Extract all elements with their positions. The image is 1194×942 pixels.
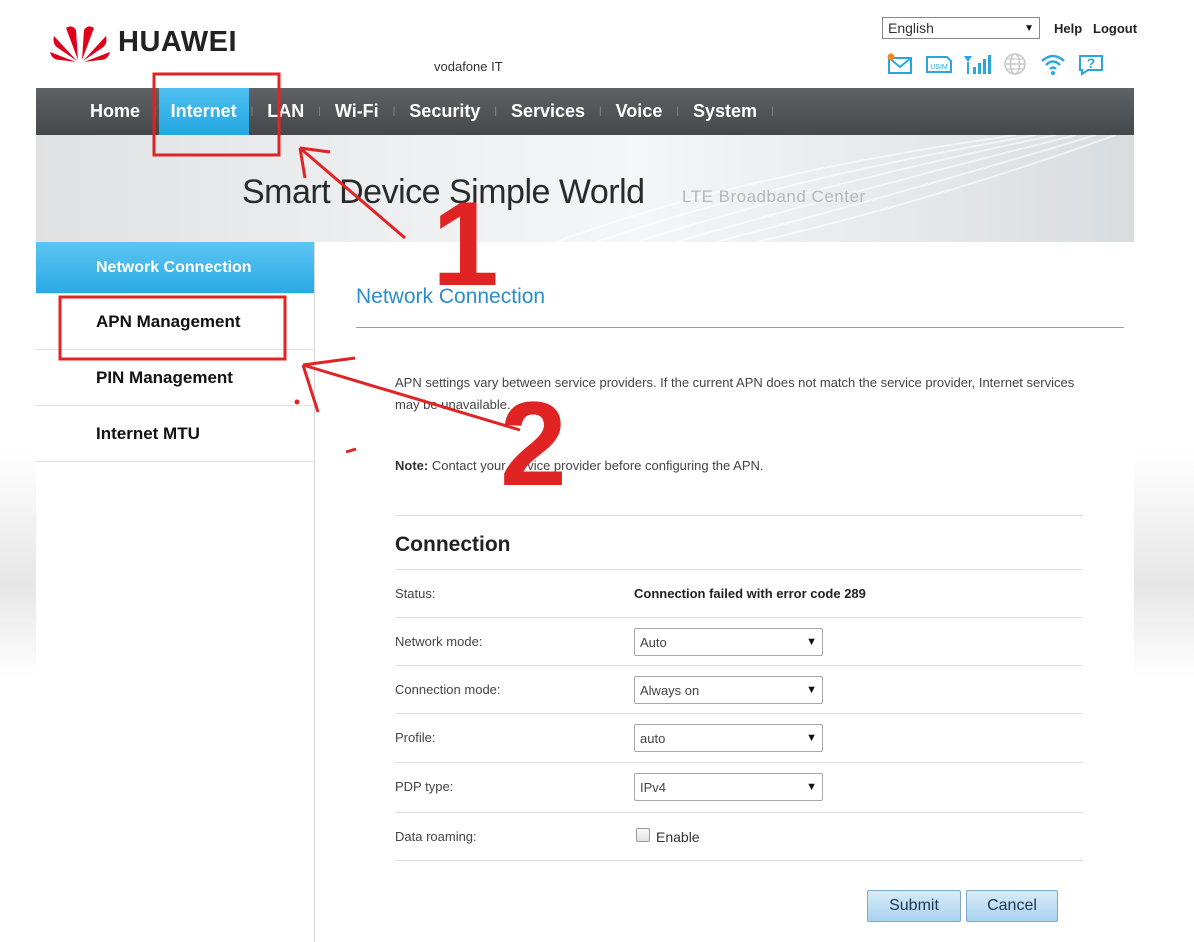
nav-system[interactable]: System xyxy=(681,88,769,135)
apn-description: APN settings vary between service provid… xyxy=(395,375,1075,412)
chevron-down-icon: ▼ xyxy=(806,684,817,696)
pdp-type-row: PDP type: IPv4 ▼ xyxy=(395,762,1083,810)
chevron-down-icon: ▼ xyxy=(1024,22,1034,34)
connection-mode-select[interactable]: Always on ▼ xyxy=(634,676,823,704)
status-label: Status: xyxy=(395,586,436,601)
submit-button[interactable]: Submit xyxy=(867,890,961,922)
pdp-type-value: IPv4 xyxy=(640,779,667,795)
network-mode-select[interactable]: Auto ▼ xyxy=(634,628,823,656)
nav-wifi[interactable]: Wi-Fi xyxy=(323,88,391,135)
svg-text:USIM: USIM xyxy=(930,64,948,71)
connection-mode-row: Connection mode: Always on ▼ xyxy=(395,665,1083,713)
section-divider xyxy=(395,515,1083,516)
status-value: Connection failed with error code 289 xyxy=(634,586,866,601)
signal-icon xyxy=(958,50,996,78)
title-divider xyxy=(356,327,1124,328)
help-link[interactable]: Help xyxy=(1054,21,1082,36)
profile-label: Profile: xyxy=(395,730,436,745)
profile-value: auto xyxy=(640,730,666,746)
envelope-icon[interactable] xyxy=(882,50,920,78)
note-text: Contact your service provider before con… xyxy=(428,458,764,473)
page-side-background-right xyxy=(1134,0,1194,942)
network-mode-label: Network mode: xyxy=(395,634,483,649)
note-label: Note: xyxy=(395,458,429,473)
svg-text:?: ? xyxy=(1087,55,1096,71)
banner: Smart Device Simple World LTE Broadband … xyxy=(36,135,1134,242)
language-select[interactable]: English ▼ xyxy=(882,17,1040,39)
page-side-background-left xyxy=(0,0,36,942)
profile-row: Profile: auto ▼ xyxy=(395,713,1083,761)
chevron-down-icon: ▼ xyxy=(806,781,817,793)
banner-subtitle: LTE Broadband Center xyxy=(682,187,866,206)
sidebar-item-pin-management[interactable]: PIN Management xyxy=(36,350,314,406)
operator-name: vodafone IT xyxy=(434,59,503,74)
nav-home[interactable]: Home xyxy=(78,88,152,135)
main-nav: Home | Internet | LAN | Wi-Fi | Security… xyxy=(36,88,1134,135)
chevron-down-icon: ▼ xyxy=(806,732,817,744)
huawei-logo: HUAWEI xyxy=(48,22,237,62)
router-admin-page: HUAWEI vodafone IT English ▼ Help Logout… xyxy=(36,0,1137,942)
pdp-type-label: PDP type: xyxy=(395,779,454,794)
pdp-type-select[interactable]: IPv4 ▼ xyxy=(634,773,823,801)
help-icon[interactable]: ? xyxy=(1072,50,1110,78)
banner-slogan: Smart Device Simple World xyxy=(242,173,645,211)
status-row: Status: Connection failed with error cod… xyxy=(395,569,1083,617)
sidebar-item-internet-mtu[interactable]: Internet MTU xyxy=(36,406,314,462)
data-roaming-checkbox-label[interactable]: Enable xyxy=(656,829,700,845)
apn-note: Note: Contact your service provider befo… xyxy=(395,458,764,473)
brand-name: HUAWEI xyxy=(118,25,237,58)
sidebar-item-apn-management[interactable]: APN Management xyxy=(36,294,314,350)
network-mode-value: Auto xyxy=(640,634,667,650)
profile-select[interactable]: auto ▼ xyxy=(634,724,823,752)
cancel-button[interactable]: Cancel xyxy=(966,890,1058,922)
connection-mode-label: Connection mode: xyxy=(395,682,501,697)
sidebar: Network Connection APN Management PIN Ma… xyxy=(36,242,314,462)
network-mode-row: Network mode: Auto ▼ xyxy=(395,617,1083,665)
data-roaming-label: Data roaming: xyxy=(395,829,477,844)
nav-voice[interactable]: Voice xyxy=(604,88,675,135)
sidebar-item-network-connection[interactable]: Network Connection xyxy=(36,242,314,294)
huawei-flower-icon xyxy=(50,26,110,62)
usim-icon: USIM xyxy=(920,50,958,78)
nav-lan[interactable]: LAN xyxy=(255,88,316,135)
form-bottom-divider xyxy=(395,860,1083,861)
logout-link[interactable]: Logout xyxy=(1093,21,1137,36)
nav-services[interactable]: Services xyxy=(499,88,597,135)
page-title: Network Connection xyxy=(356,285,546,308)
data-roaming-checkbox[interactable] xyxy=(636,828,650,842)
nav-internet[interactable]: Internet xyxy=(158,88,249,135)
status-icon-bar: USIM ? xyxy=(882,50,1110,78)
nav-security[interactable]: Security xyxy=(397,88,492,135)
chevron-down-icon: ▼ xyxy=(806,636,817,648)
language-value: English xyxy=(888,20,934,36)
wifi-icon xyxy=(1034,50,1072,78)
connection-mode-value: Always on xyxy=(640,682,700,698)
globe-icon xyxy=(996,50,1034,78)
data-roaming-row: Data roaming: Enable xyxy=(395,812,1083,860)
sidebar-divider xyxy=(314,242,315,942)
connection-section-title: Connection xyxy=(395,533,511,556)
